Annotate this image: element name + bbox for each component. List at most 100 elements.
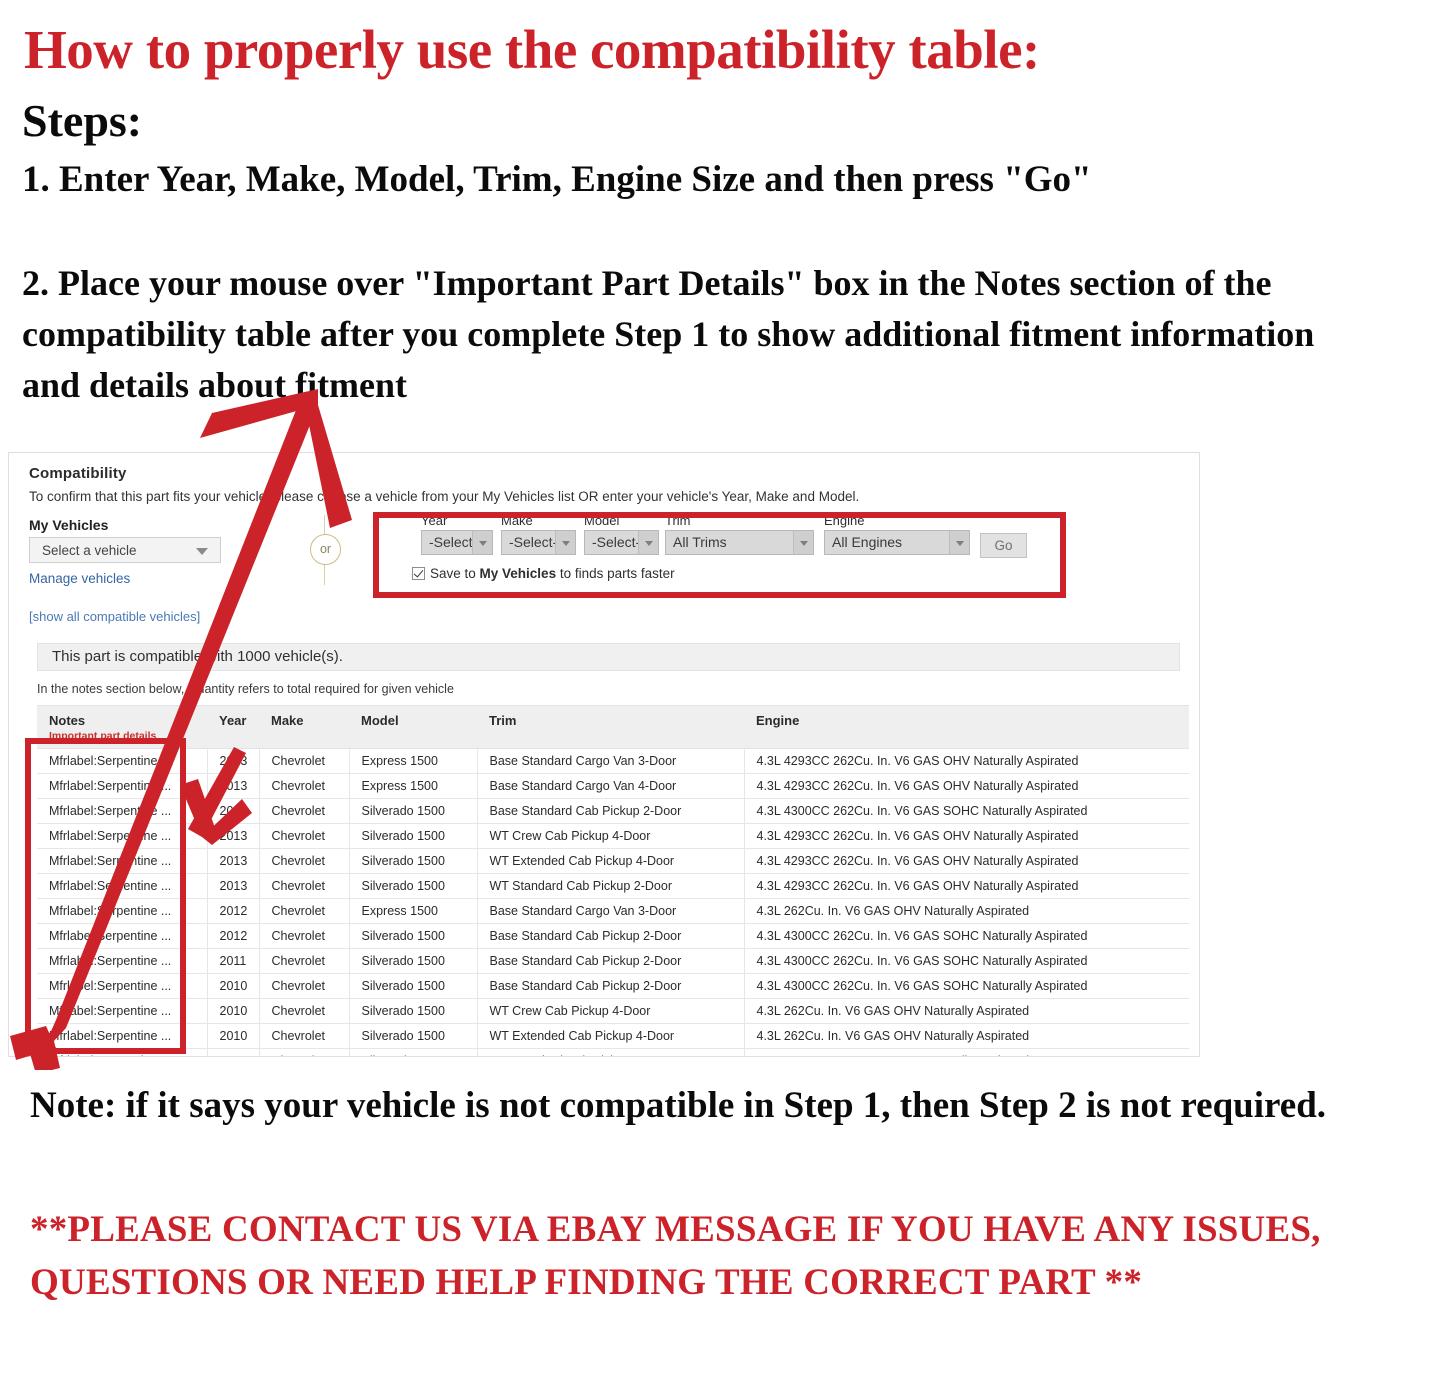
cell-engine: 4.3L 262Cu. In. V6 GAS OHV Naturally Asp… [743, 1048, 1189, 1056]
cell-year: 2013 [206, 848, 259, 874]
cell-model: Express 1500 [348, 748, 477, 774]
table-row[interactable]: Mfrlabel:Serpentine ... 2013 Chevrolet Silv… [37, 798, 1189, 824]
cell-model: Express 1500 [348, 773, 477, 799]
table-row[interactable]: Mfrlabel:Serpentine ... 2011 Chevrolet Silv… [37, 948, 1189, 974]
cell-make: Chevrolet [258, 748, 349, 774]
table-row[interactable]: Mfrlabel:Serpentine ... 2012 Chevrolet Expr… [37, 898, 1189, 924]
cell-notes[interactable]: Mfrlabel:Serpentine ... [37, 898, 207, 924]
cell-notes[interactable]: Mfrlabel:Serpentine ... [37, 973, 207, 999]
steps-label: Steps: [22, 95, 143, 146]
compatibility-description: To confirm that this part fits your vehi… [29, 489, 860, 504]
cell-trim: Base Standard Cargo Van 3-Door [476, 748, 744, 774]
cell-notes[interactable]: Mfrlabel:Serpentine ... [37, 1023, 207, 1049]
table-row[interactable]: Mfrlabel:Serpentine ... 2013 Chevrolet Expr… [37, 748, 1189, 774]
cell-notes[interactable]: Mfrlabel:Serpentine ... [37, 773, 207, 799]
cell-engine: 4.3L 4293CC 262Cu. In. V6 GAS OHV Natura… [743, 873, 1189, 899]
cell-notes[interactable]: Mfrlabel:Serpentine ... [37, 873, 207, 899]
cell-notes[interactable]: Mfrlabel:Serpentine ... [37, 848, 207, 874]
or-divider: or [305, 515, 345, 585]
cell-engine: 4.3L 4293CC 262Cu. In. V6 GAS OHV Natura… [743, 748, 1189, 774]
cell-model: Silverado 1500 [348, 923, 477, 949]
cell-year: 2013 [206, 823, 259, 849]
table-row[interactable]: Mfrlabel:Serpentine ... 2012 Chevrolet Silv… [37, 923, 1189, 949]
my-vehicles-label: My Vehicles [29, 517, 109, 533]
cell-notes[interactable]: Mfrlabel:Serpentine ... [37, 823, 207, 849]
cell-year: 2010 [206, 1023, 259, 1049]
table-row[interactable]: Mfrlabel:Serpentine ...2010ChevroletSilv… [37, 1023, 1189, 1049]
table-row[interactable]: Mfrlabel:Serpentine ... 2013 Chevrolet Silv… [37, 823, 1189, 849]
column-header-model[interactable]: Model [349, 705, 477, 749]
cell-year: 2010 [206, 1048, 259, 1056]
or-divider-label: or [310, 534, 341, 565]
cell-model: Express 1500 [348, 898, 477, 924]
cell-notes[interactable]: Mfrlabel:Serpentine ... [37, 998, 207, 1024]
cell-make: Chevrolet [258, 948, 349, 974]
column-header-trim[interactable]: Trim [477, 705, 744, 749]
cell-trim: WT Crew Cab Pickup 4-Door [476, 998, 744, 1024]
cell-trim: Base Standard Cab Pickup 2-Door [476, 798, 744, 824]
cell-trim: Base Standard Cab Pickup 2-Door [476, 923, 744, 949]
table-row[interactable]: Mfrlabel:Serpentine ...2010ChevroletSilv… [37, 1048, 1189, 1056]
column-header-make[interactable]: Make [259, 705, 349, 749]
chevron-down-icon [196, 548, 208, 555]
table-row[interactable]: Mfrlabel:Serpentine ... 2013 Chevrolet Silv… [37, 873, 1189, 899]
notes-header-label: Notes [49, 713, 86, 728]
cell-make: Chevrolet [258, 798, 349, 824]
table-row[interactable]: Mfrlabel:Serpentine ... 2013 Chevrolet Silv… [37, 848, 1189, 874]
table-row[interactable]: Mfrlabel:Serpentine ...2010ChevroletSilv… [37, 998, 1189, 1024]
save-checkbox[interactable] [412, 567, 425, 580]
cell-year: 2010 [206, 973, 259, 999]
show-all-compatible-vehicles-link[interactable]: [show all compatible vehicles] [29, 609, 200, 624]
save-suffix: to finds parts faster [556, 566, 675, 581]
cell-engine: 4.3L 262Cu. In. V6 GAS OHV Naturally Asp… [743, 898, 1189, 924]
column-header-year[interactable]: Year [207, 705, 259, 749]
save-to-my-vehicles-checkbox-row[interactable]: Save to My Vehicles to finds parts faste… [412, 565, 675, 581]
cell-engine: 4.3L 4293CC 262Cu. In. V6 GAS OHV Natura… [743, 773, 1189, 799]
cell-trim: Base Standard Cab Pickup 2-Door [476, 973, 744, 999]
cell-model: Silverado 1500 [348, 1048, 477, 1056]
cell-year: 2013 [206, 748, 259, 774]
cell-model: Silverado 1500 [348, 998, 477, 1024]
cell-notes[interactable]: Mfrlabel:Serpentine ... [37, 948, 207, 974]
cell-make: Chevrolet [258, 998, 349, 1024]
cell-trim: WT Crew Cab Pickup 4-Door [476, 823, 744, 849]
vehicle-finder-highlight-box [373, 512, 1066, 598]
cell-notes[interactable]: Mfrlabel:Serpentine ... [37, 748, 207, 774]
table-row[interactable]: Mfrlabel:Serpentine ... 2013 Chevrolet Expr… [37, 773, 1189, 799]
important-part-details-label: Important part details [49, 730, 157, 742]
cell-engine: 4.3L 4300CC 262Cu. In. V6 GAS SOHC Natur… [743, 948, 1189, 974]
vehicle-select-dropdown[interactable]: Select a vehicle [29, 537, 221, 563]
compatibility-heading: Compatibility [29, 465, 127, 482]
page-title: How to properly use the compatibility ta… [24, 19, 1040, 80]
cell-notes[interactable]: Mfrlabel:Serpentine ... [37, 798, 207, 824]
table-header-row: Notes Important part details Year Make M… [37, 705, 1189, 749]
cell-make: Chevrolet [258, 898, 349, 924]
cell-trim: Base Standard Cab Pickup 2-Door [476, 948, 744, 974]
cell-year: 2013 [206, 873, 259, 899]
cell-trim: Base Standard Cargo Van 4-Door [476, 773, 744, 799]
cell-engine: 4.3L 4293CC 262Cu. In. V6 GAS OHV Natura… [743, 823, 1189, 849]
cell-trim: WT Extended Cab Pickup 4-Door [476, 848, 744, 874]
quantity-note: In the notes section below, Quantity ref… [37, 682, 454, 696]
cell-notes[interactable]: Mfrlabel:Serpentine ... [37, 923, 207, 949]
save-prefix: Save to [430, 566, 480, 581]
compatibility-table-body: Mfrlabel:Serpentine ... 2013 Chevrolet Expr… [37, 748, 1189, 1056]
cell-make: Chevrolet [258, 873, 349, 899]
cell-year: 2013 [206, 773, 259, 799]
cell-year: 2013 [206, 798, 259, 824]
cell-make: Chevrolet [258, 1048, 349, 1056]
column-header-notes[interactable]: Notes Important part details [37, 705, 207, 749]
cell-model: Silverado 1500 [348, 823, 477, 849]
cell-model: Silverado 1500 [348, 948, 477, 974]
cell-model: Silverado 1500 [348, 973, 477, 999]
contact-text: **PLEASE CONTACT US VIA EBAY MESSAGE IF … [30, 1209, 1321, 1303]
table-row[interactable]: Mfrlabel:Serpentine ...2010ChevroletSilv… [37, 973, 1189, 999]
step-1-text: 1. Enter Year, Make, Model, Trim, Engine… [22, 159, 1092, 200]
cell-notes[interactable]: Mfrlabel:Serpentine ... [37, 1048, 207, 1056]
manage-vehicles-link[interactable]: Manage vehicles [29, 571, 130, 586]
cell-engine: 4.3L 262Cu. In. V6 GAS OHV Naturally Asp… [743, 1023, 1189, 1049]
vehicle-select-value: Select a vehicle [42, 543, 137, 558]
cell-year: 2010 [206, 998, 259, 1024]
column-header-engine[interactable]: Engine [744, 705, 1189, 749]
cell-make: Chevrolet [258, 848, 349, 874]
